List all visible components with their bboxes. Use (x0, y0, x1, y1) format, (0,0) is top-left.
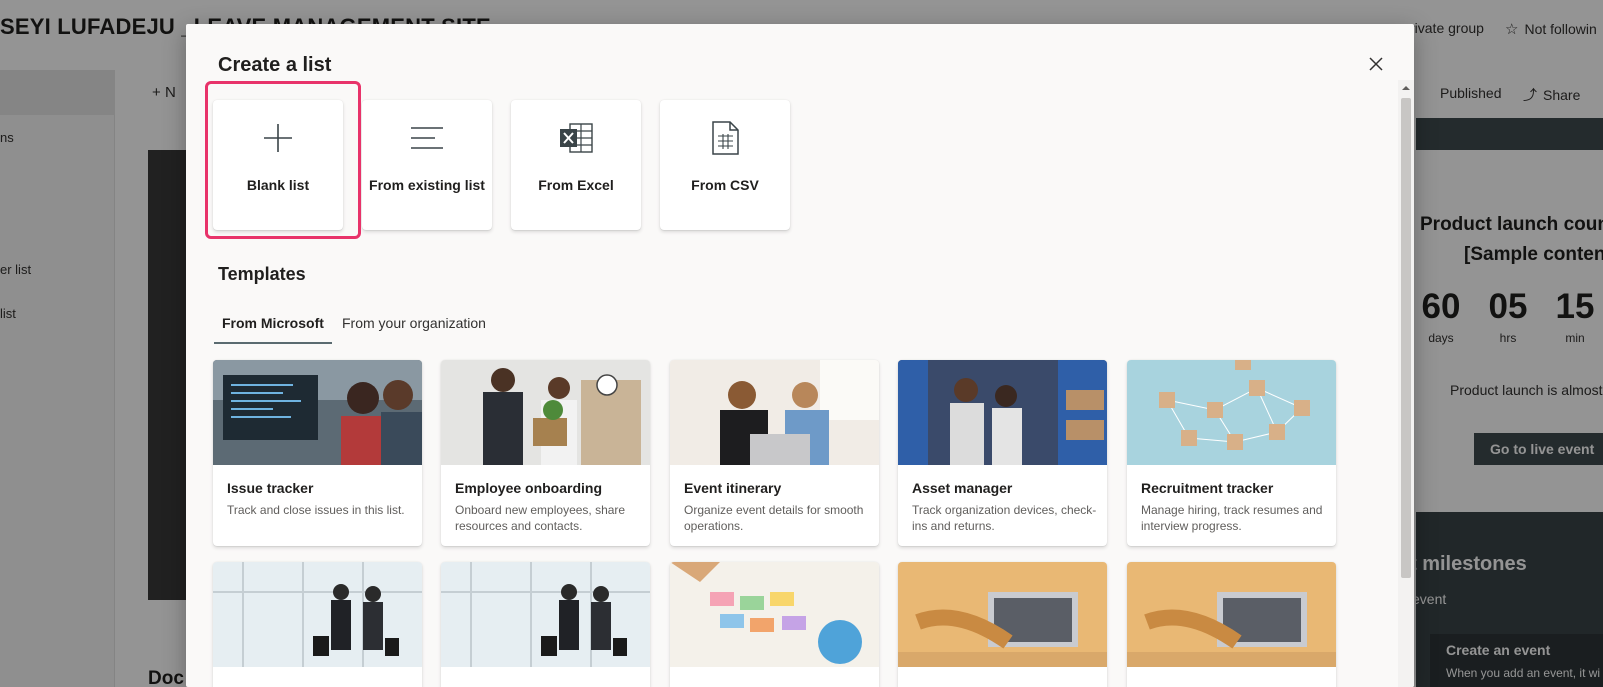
option-label: From CSV (691, 177, 759, 193)
close-icon (1369, 57, 1383, 71)
csv-icon (712, 121, 739, 155)
template-desc: Track organization devices, check-ins an… (912, 503, 1097, 533)
template-image (213, 562, 422, 667)
template-card-issue-tracker[interactable]: Issue tracker Track and close issues in … (213, 360, 422, 546)
option-label: From Excel (538, 177, 614, 193)
template-card-employee-onboarding[interactable]: Employee onboarding Onboard new employee… (441, 360, 650, 546)
template-card-asset-manager[interactable]: Asset manager Track organization devices… (898, 360, 1107, 546)
blank-list-option[interactable]: Blank list (213, 100, 343, 230)
plus-icon (264, 124, 292, 152)
from-excel-option[interactable]: From Excel (511, 100, 641, 230)
template-image (441, 562, 650, 667)
option-label: Blank list (246, 177, 310, 193)
dialog-title: Create a list (218, 54, 332, 76)
create-list-dialog: Create a list Blank list From existing l… (186, 24, 1414, 687)
template-name: Issue tracker (227, 480, 314, 496)
template-image (1127, 562, 1336, 667)
template-name: Event itinerary (684, 480, 782, 496)
template-image (441, 360, 650, 465)
template-card[interactable] (898, 562, 1107, 687)
template-desc: Manage hiring, track resumes and intervi… (1141, 503, 1323, 533)
close-button[interactable] (1364, 52, 1388, 76)
option-label: From existing list (369, 177, 485, 193)
template-image (898, 360, 1107, 465)
template-image (670, 562, 879, 667)
tab-from-microsoft[interactable]: From Microsoft (214, 314, 332, 344)
template-desc: Organize event details for smooth operat… (684, 503, 864, 533)
template-card[interactable] (1127, 562, 1336, 687)
template-card-event-itinerary[interactable]: Event itinerary Organize event details f… (670, 360, 879, 546)
template-name: Asset manager (912, 480, 1013, 496)
template-desc: Onboard new employees, share resources a… (455, 503, 626, 533)
templates-heading: Templates (218, 264, 306, 284)
excel-icon (560, 123, 593, 153)
existing-list-option[interactable]: From existing list (362, 100, 492, 230)
template-card[interactable] (670, 562, 879, 687)
template-card[interactable] (213, 562, 422, 687)
template-desc: Track and close issues in this list. (227, 503, 405, 517)
dialog-scrollbar[interactable] (1398, 80, 1414, 687)
template-card-recruitment-tracker[interactable]: Recruitment tracker Manage hiring, track… (1127, 360, 1336, 546)
template-name: Employee onboarding (455, 480, 603, 496)
template-card[interactable] (441, 562, 650, 687)
template-image (898, 562, 1107, 667)
scroll-thumb[interactable] (1401, 98, 1411, 578)
scroll-up-icon[interactable] (1398, 80, 1414, 96)
tab-from-organization[interactable]: From your organization (334, 314, 494, 344)
template-image (213, 360, 422, 465)
lines-icon (411, 127, 443, 149)
template-image (670, 360, 879, 465)
from-csv-option[interactable]: From CSV (660, 100, 790, 230)
template-name: Recruitment tracker (1141, 480, 1274, 496)
template-image (1127, 360, 1336, 465)
